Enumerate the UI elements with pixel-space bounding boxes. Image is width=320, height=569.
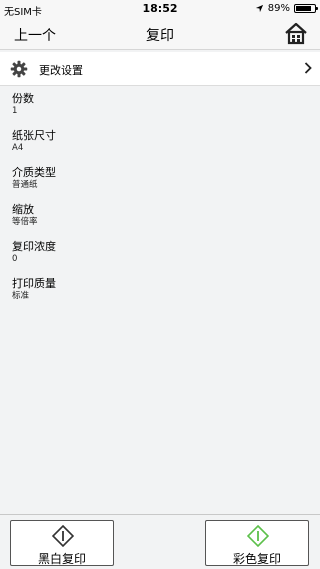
change-settings-row[interactable]: 更改设置 xyxy=(0,52,320,86)
battery-fill xyxy=(296,6,312,11)
change-settings-label: 更改设置 xyxy=(39,64,83,77)
battery-icon xyxy=(294,4,318,13)
color-copy-button[interactable]: 彩色复印 xyxy=(205,520,309,566)
bottom-bar: 黑白复印 彩色复印 xyxy=(0,514,320,569)
setting-value: 普通纸 xyxy=(12,180,38,190)
setting-name: 份数 xyxy=(12,92,34,105)
color-copy-label: 彩色复印 xyxy=(232,552,281,566)
setting-value: 标准 xyxy=(12,291,30,301)
setting-value: 0 xyxy=(12,254,18,264)
setting-zoom: 缩放 等倍率 xyxy=(12,203,56,240)
settings-list: 份数 1 纸张尺寸 A4 介质类型 普通纸 缩放 等倍率 复印浓度 0 打印质量… xyxy=(12,92,56,314)
start-diamond-icon xyxy=(247,525,269,547)
page-title: 复印 xyxy=(146,28,174,44)
setting-print-quality: 打印质量 标准 xyxy=(12,277,56,314)
status-right: 89% xyxy=(255,3,318,14)
setting-paper-size: 纸张尺寸 A4 xyxy=(12,129,56,166)
home-button[interactable] xyxy=(284,21,308,45)
setting-name: 缩放 xyxy=(12,203,34,216)
setting-value: 1 xyxy=(12,106,18,116)
mono-copy-button[interactable]: 黑白复印 xyxy=(10,520,114,566)
location-arrow-icon xyxy=(255,4,263,13)
setting-name: 纸张尺寸 xyxy=(12,129,56,142)
start-diamond-icon xyxy=(52,525,74,547)
setting-value: 等倍率 xyxy=(12,217,38,227)
setting-copies: 份数 1 xyxy=(12,92,56,129)
setting-density: 复印浓度 0 xyxy=(12,240,56,277)
home-icon xyxy=(285,22,307,45)
chevron-right-icon xyxy=(304,62,312,74)
setting-name: 介质类型 xyxy=(12,166,56,179)
battery-percent: 89% xyxy=(267,3,290,14)
nav-bar: 上一个 复印 xyxy=(0,18,320,50)
setting-media-type: 介质类型 普通纸 xyxy=(12,166,56,203)
setting-value: A4 xyxy=(12,143,24,153)
status-bar: 无SIM卡 18:52 89% xyxy=(0,0,320,18)
mono-copy-label: 黑白复印 xyxy=(37,552,86,566)
gear-icon xyxy=(10,60,28,78)
setting-name: 复印浓度 xyxy=(12,240,56,253)
setting-name: 打印质量 xyxy=(12,277,56,290)
